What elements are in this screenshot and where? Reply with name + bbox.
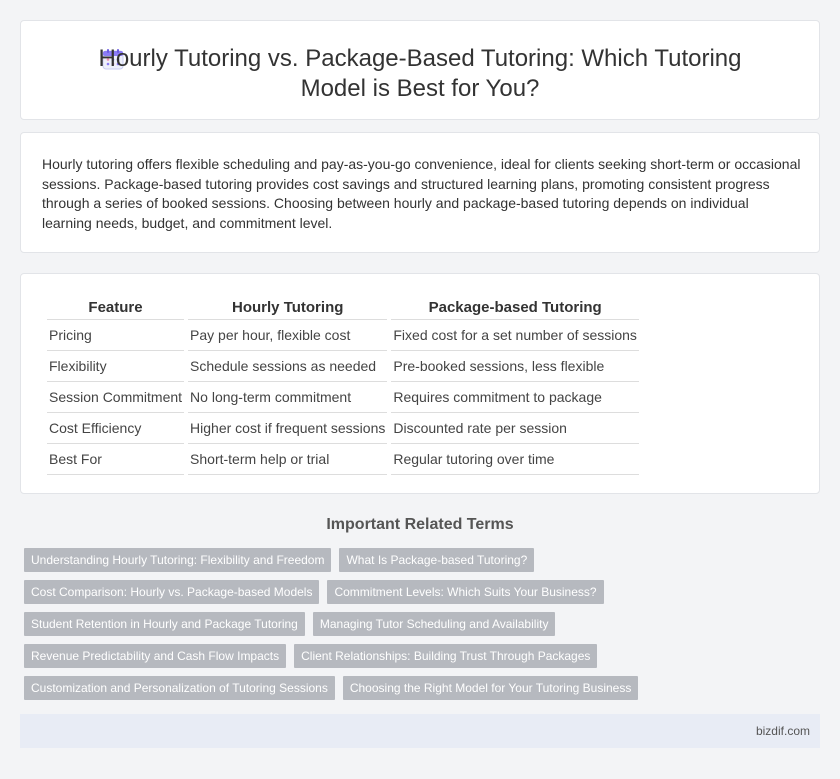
table-cell: Pre-booked sessions, less flexible <box>391 351 639 382</box>
table-header-row: Feature Hourly Tutoring Package-based Tu… <box>47 296 639 320</box>
related-tag[interactable]: Client Relationships: Building Trust Thr… <box>294 644 598 668</box>
table-cell: Pricing <box>47 320 185 351</box>
table-cell: Session Commitment <box>47 382 185 413</box>
table-cell: Higher cost if frequent sessions <box>188 413 388 444</box>
table-cell: Best For <box>47 444 185 475</box>
related-tag[interactable]: Choosing the Right Model for Your Tutori… <box>342 676 639 700</box>
header-hourly: Hourly Tutoring <box>188 296 388 320</box>
related-tag[interactable]: Commitment Levels: Which Suits Your Busi… <box>327 580 604 604</box>
table-cell: Schedule sessions as needed <box>188 351 388 382</box>
table-cell: Cost Efficiency <box>47 413 185 444</box>
intro-card: Hourly tutoring offers flexible scheduli… <box>20 132 820 253</box>
related-tag[interactable]: Revenue Predictability and Cash Flow Imp… <box>24 644 287 668</box>
table-cell: Requires commitment to package <box>391 382 639 413</box>
related-terms-list: Understanding Hourly Tutoring: Flexibili… <box>24 548 824 708</box>
page-title: Hourly Tutoring vs. Package-Based Tutori… <box>98 45 742 102</box>
related-tag[interactable]: Customization and Personalization of Tut… <box>24 676 335 700</box>
title-card: Hourly Tutoring vs. Package-Based Tutori… <box>20 20 820 120</box>
table-cell: Short-term help or trial <box>188 444 388 475</box>
related-terms-title: Important Related Terms <box>326 516 514 533</box>
table-cell: No long-term commitment <box>188 382 388 413</box>
table-row: Best For Short-term help or trial Regula… <box>47 444 639 475</box>
intro-paragraph: Hourly tutoring offers flexible scheduli… <box>42 156 801 231</box>
table-cell: Discounted rate per session <box>391 413 639 444</box>
comparison-table: Feature Hourly Tutoring Package-based Tu… <box>43 296 643 475</box>
header-feature: Feature <box>47 296 185 320</box>
table-row: Session Commitment No long-term commitme… <box>47 382 639 413</box>
related-tag[interactable]: Student Retention in Hourly and Package … <box>24 612 305 636</box>
table-row: Flexibility Schedule sessions as needed … <box>47 351 639 382</box>
comparison-card: Feature Hourly Tutoring Package-based Tu… <box>20 273 820 494</box>
related-tag[interactable]: What Is Package-based Tutoring? <box>339 548 535 572</box>
header-package: Package-based Tutoring <box>391 296 639 320</box>
related-tag[interactable]: Understanding Hourly Tutoring: Flexibili… <box>24 548 332 572</box>
table-cell: Pay per hour, flexible cost <box>188 320 388 351</box>
table-cell: Regular tutoring over time <box>391 444 639 475</box>
table-row: Pricing Pay per hour, flexible cost Fixe… <box>47 320 639 351</box>
footer-site-link[interactable]: bizdif.com <box>756 724 810 738</box>
table-row: Cost Efficiency Higher cost if frequent … <box>47 413 639 444</box>
related-tag[interactable]: Cost Comparison: Hourly vs. Package-base… <box>24 580 320 604</box>
footer: bizdif.com <box>20 714 820 748</box>
table-cell: Flexibility <box>47 351 185 382</box>
related-tag[interactable]: Managing Tutor Scheduling and Availabili… <box>312 612 556 636</box>
table-cell: Fixed cost for a set number of sessions <box>391 320 639 351</box>
